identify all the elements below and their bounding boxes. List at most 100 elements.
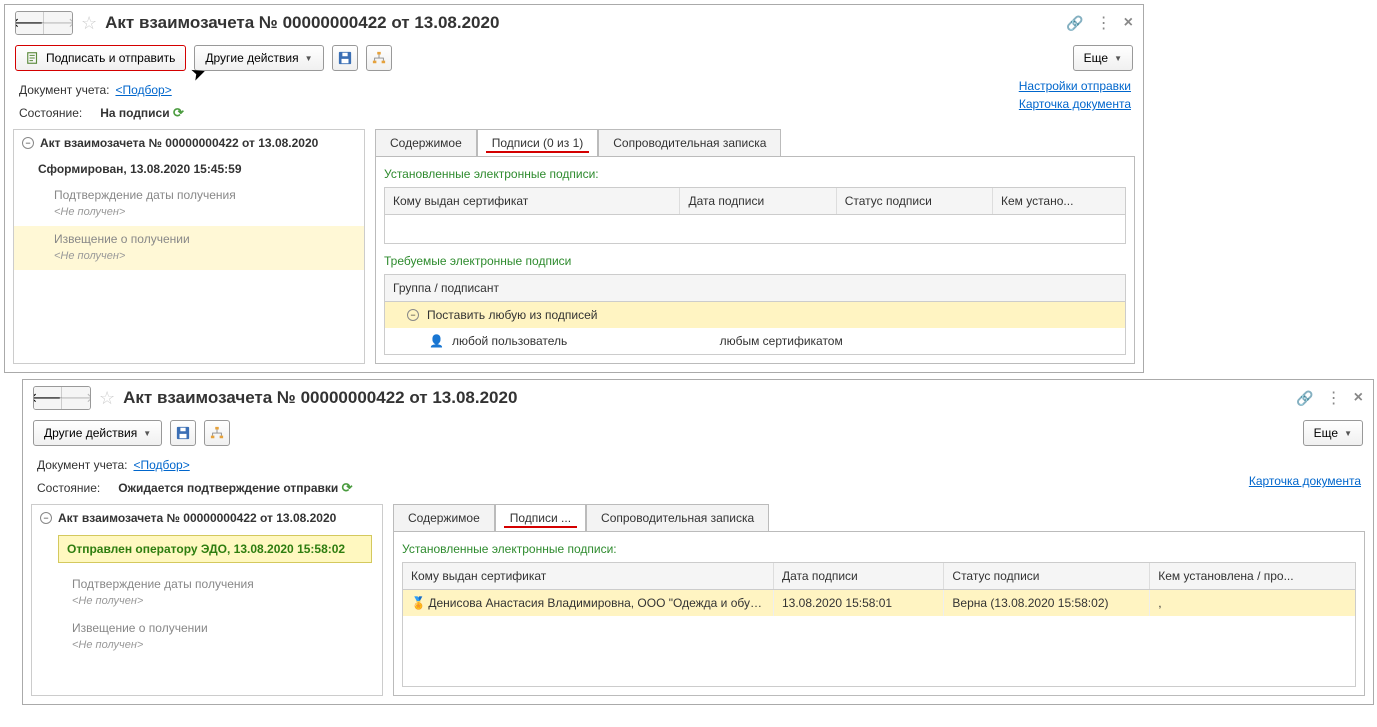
floppy-icon: [338, 51, 352, 65]
cert-to-text: Денисова Анастасия Владимировна, ООО "Од…: [428, 596, 774, 610]
state-row: Состояние: На подписи ⟳: [5, 103, 1143, 129]
save-button[interactable]: [332, 45, 358, 71]
collapse-icon[interactable]: −: [40, 512, 52, 524]
tree-confirm-block: Подтверждение даты получения <Не получен…: [14, 182, 364, 226]
tree-formed-label: Сформирован, 13.08.2020 15:45:59: [38, 162, 242, 176]
collapse-icon[interactable]: −: [407, 309, 419, 321]
other-actions-button[interactable]: Другие действия ▼: [33, 420, 162, 446]
refresh-icon[interactable]: ⟳: [173, 105, 184, 120]
col-cert-to[interactable]: Кому выдан сертификат: [385, 188, 680, 214]
any-signature-row[interactable]: − Поставить любую из подписей: [385, 302, 1125, 328]
grid-header: Кому выдан сертификат Дата подписи Стату…: [385, 188, 1125, 215]
structure-button[interactable]: [366, 45, 392, 71]
toolbar: Другие действия ▼ Еще ▼: [23, 416, 1373, 456]
col-set-by[interactable]: Кем установлена / про...: [1150, 563, 1355, 589]
tree-notice-block[interactable]: Извещение о получении <Не получен>: [32, 615, 382, 659]
selection-link[interactable]: <Подбор>: [133, 458, 189, 472]
chevron-down-icon: ▼: [1344, 429, 1352, 438]
save-button[interactable]: [170, 420, 196, 446]
col-set-by[interactable]: Кем устано...: [993, 188, 1125, 214]
doc-card-link[interactable]: Карточка документа: [1019, 97, 1131, 111]
window-title: Акт взаимозачета № 00000000422 от 13.08.…: [105, 13, 1066, 33]
state-row: Состояние: Ожидается подтверждение отпра…: [23, 478, 1373, 504]
content-area: − Акт взаимозачета № 00000000422 от 13.0…: [23, 504, 1373, 704]
tab-note[interactable]: Сопроводительная записка: [586, 504, 769, 531]
sign-and-send-label: Подписать и отправить: [46, 51, 175, 65]
other-actions-button[interactable]: Другие действия ▼: [194, 45, 323, 71]
favorite-star-icon[interactable]: ☆: [99, 388, 115, 409]
col-cert-to[interactable]: Кому выдан сертификат: [403, 563, 774, 589]
col-sig-date[interactable]: Дата подписи: [774, 563, 944, 589]
doc-account-label: Документ учета:: [19, 83, 109, 97]
titlebar-actions: 🔗 ⋮ ×: [1066, 13, 1133, 33]
tab-signatures[interactable]: Подписи (0 из 1): [477, 129, 599, 156]
any-user-row[interactable]: 👤 любой пользователь любым сертификатом: [385, 328, 1125, 354]
document-window-2: 🡐 🡒 ☆ Акт взаимозачета № 00000000422 от …: [22, 379, 1374, 705]
more-label: Еще: [1314, 426, 1338, 440]
document-tree: − Акт взаимозачета № 00000000422 от 13.0…: [13, 129, 365, 364]
signature-row[interactable]: 🏅 Денисова Анастасия Владимировна, ООО "…: [403, 590, 1355, 616]
selection-link[interactable]: <Подбор>: [115, 83, 171, 97]
installed-sigs-grid: Кому выдан сертификат Дата подписи Стату…: [384, 187, 1126, 244]
tab-signatures-content: Установленные электронные подписи: Кому …: [393, 531, 1365, 696]
chevron-down-icon: ▼: [1114, 54, 1122, 63]
col-sig-status[interactable]: Статус подписи: [837, 188, 993, 214]
state-label: Состояние:: [19, 106, 82, 120]
col-sig-date[interactable]: Дата подписи: [680, 188, 836, 214]
content-area: − Акт взаимозачета № 00000000422 от 13.0…: [5, 129, 1143, 372]
doc-card-link[interactable]: Карточка документа: [1249, 474, 1361, 488]
tabs: Содержимое Подписи ... Сопроводительная …: [393, 504, 1365, 531]
more-button[interactable]: Еще ▼: [1303, 420, 1363, 446]
other-actions-label: Другие действия: [205, 51, 298, 65]
nav-forward-button[interactable]: 🡒: [44, 12, 72, 34]
more-menu-icon[interactable]: ⋮: [1096, 13, 1112, 33]
cell-sig-date: 13.08.2020 15:58:01: [774, 590, 944, 616]
any-sig-label: Поставить любую из подписей: [427, 308, 597, 322]
col-group[interactable]: Группа / подписант: [385, 275, 1125, 301]
structure-button[interactable]: [204, 420, 230, 446]
tree-root-label: Акт взаимозачета № 00000000422 от 13.08.…: [58, 511, 336, 525]
certificate-icon: 🏅: [411, 596, 425, 610]
any-cert-label: любым сертификатом: [720, 334, 980, 348]
document-tree: − Акт взаимозачета № 00000000422 от 13.0…: [31, 504, 383, 696]
col-sig-status[interactable]: Статус подписи: [944, 563, 1150, 589]
req-grid-header: Группа / подписант: [385, 275, 1125, 302]
tabs: Содержимое Подписи (0 из 1) Сопроводител…: [375, 129, 1135, 156]
tab-signatures[interactable]: Подписи ...: [495, 504, 586, 531]
more-menu-icon[interactable]: ⋮: [1326, 388, 1342, 408]
tree-formed[interactable]: Сформирован, 13.08.2020 15:45:59: [14, 156, 364, 182]
cell-cert-to: 🏅 Денисова Анастасия Владимировна, ООО "…: [403, 590, 774, 616]
link-icon[interactable]: 🔗: [1066, 15, 1083, 32]
hierarchy-icon: [372, 51, 386, 65]
send-settings-link[interactable]: Настройки отправки: [1019, 79, 1131, 93]
link-icon[interactable]: 🔗: [1296, 390, 1313, 407]
other-actions-label: Другие действия: [44, 426, 137, 440]
tab-note[interactable]: Сопроводительная записка: [598, 129, 781, 156]
sign-icon: [26, 51, 40, 65]
nav-forward-button[interactable]: 🡒: [62, 387, 90, 409]
nav-buttons: 🡐 🡒: [33, 386, 91, 410]
favorite-star-icon[interactable]: ☆: [81, 13, 97, 34]
more-button[interactable]: Еще ▼: [1073, 45, 1133, 71]
hierarchy-icon: [210, 426, 224, 440]
tree-root[interactable]: − Акт взаимозачета № 00000000422 от 13.0…: [14, 130, 364, 156]
tree-confirm-label[interactable]: Подтверждение даты получения: [32, 571, 382, 593]
collapse-icon[interactable]: −: [22, 137, 34, 149]
window-title: Акт взаимозачета № 00000000422 от 13.08.…: [123, 388, 1296, 408]
refresh-icon[interactable]: ⟳: [342, 480, 353, 495]
tree-not-received-2: <Не получен>: [14, 248, 364, 270]
doc-account-label: Документ учета:: [37, 458, 127, 472]
tree-root[interactable]: − Акт взаимозачета № 00000000422 от 13.0…: [32, 505, 382, 531]
toolbar: Подписать и отправить Другие действия ▼ …: [5, 41, 1143, 81]
tree-confirm-label[interactable]: Подтверждение даты получения: [14, 182, 364, 204]
tab-content[interactable]: Содержимое: [375, 129, 477, 156]
tab-content[interactable]: Содержимое: [393, 504, 495, 531]
details-panel: Содержимое Подписи (0 из 1) Сопроводител…: [375, 129, 1135, 364]
tree-notice-block[interactable]: Извещение о получении <Не получен>: [14, 226, 364, 270]
close-icon[interactable]: ×: [1124, 14, 1133, 32]
tree-not-received-1: <Не получен>: [14, 204, 364, 226]
grid-header: Кому выдан сертификат Дата подписи Стату…: [403, 563, 1355, 590]
sign-and-send-button[interactable]: Подписать и отправить: [15, 45, 186, 71]
document-window-1: 🡐 🡒 ☆ Акт взаимозачета № 00000000422 от …: [4, 4, 1144, 373]
close-icon[interactable]: ×: [1354, 389, 1363, 407]
